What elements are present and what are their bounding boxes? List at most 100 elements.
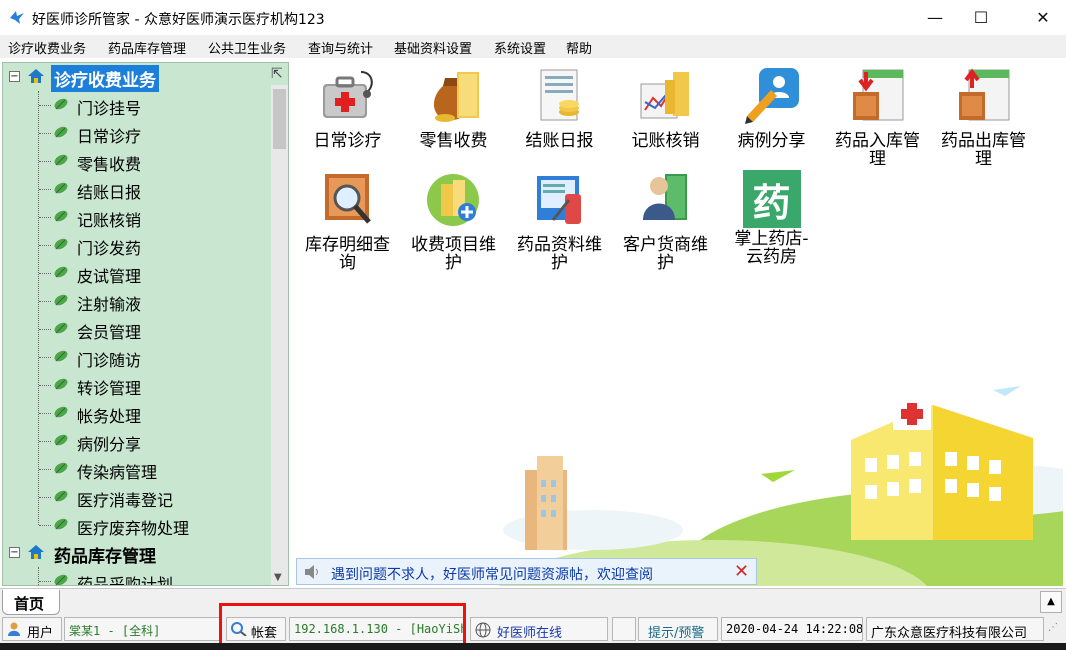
tile-label: 药品入库管理 xyxy=(835,131,920,169)
globe-icon xyxy=(475,622,491,638)
tree-item[interactable]: 药品采购计划 xyxy=(3,567,273,585)
tree-item[interactable]: 日常诊疗 xyxy=(3,119,273,147)
tree-item[interactable]: 结账日报 xyxy=(3,175,273,203)
tree-item[interactable]: 转诊管理 xyxy=(3,371,273,399)
tree-item-label: 结账日报 xyxy=(77,183,142,202)
tile-daily-diagnosis[interactable]: 日常诊疗 xyxy=(295,66,400,150)
menu-help[interactable]: 帮助 xyxy=(566,38,592,57)
tile-drug-stock-out[interactable]: 药品出库管理 xyxy=(931,66,1036,168)
tile-label: 结账日报 xyxy=(525,131,594,151)
tree-item[interactable]: 会员管理 xyxy=(3,315,273,343)
tile-case-share[interactable]: 病例分享 xyxy=(719,66,824,150)
tree-item[interactable]: 皮试管理 xyxy=(3,259,273,287)
scroll-down-arrow-icon[interactable]: ▼ xyxy=(274,572,282,583)
tree-item[interactable]: 门诊发药 xyxy=(3,231,273,259)
notice-text[interactable]: 遇到问题不求人，好医师常见问题资源帖，欢迎查阅 xyxy=(331,564,653,584)
sidebar-scrollbar[interactable]: ▼ xyxy=(271,85,288,585)
status-company: 广东众意医疗科技有限公司 xyxy=(866,617,1044,641)
tree-item-label: 日常诊疗 xyxy=(77,127,142,146)
tree-collapse-toggle[interactable]: − xyxy=(9,547,20,558)
tree-item[interactable]: 传染病管理 xyxy=(3,455,273,483)
scrollbar-thumb[interactable] xyxy=(273,89,286,149)
tree-item-label: 记账核销 xyxy=(77,211,142,230)
tree-item[interactable]: 注射输液 xyxy=(3,287,273,315)
menu-bar: 诊疗收费业务 药品库存管理 公共卫生业务 查询与统计 基础资料设置 系统设置 帮… xyxy=(0,35,1066,58)
status-online-link[interactable]: 好医师在线 xyxy=(470,617,608,641)
tree-item[interactable]: 零售收费 xyxy=(3,147,273,175)
tree-group-label: 诊疗收费业务 xyxy=(51,65,159,92)
tree-group-drug-inventory[interactable]: − 药品库存管理 xyxy=(3,539,273,567)
tile-fee-item-maintenance[interactable]: 收费项目维护 xyxy=(401,170,506,272)
leaf-icon xyxy=(54,462,68,474)
tile-drug-data-maintenance[interactable]: 药品资料维护 xyxy=(507,170,612,272)
tree-item-label: 会员管理 xyxy=(77,323,142,342)
tree-item-label: 门诊随访 xyxy=(77,351,142,370)
leaf-icon xyxy=(54,490,68,502)
tile-label: 库存明细查询 xyxy=(305,235,390,273)
status-alert-label: 提示/预警 xyxy=(648,626,705,641)
leaf-icon xyxy=(54,294,68,306)
notice-bar[interactable]: 遇到问题不求人，好医师常见问题资源帖，欢迎查阅 ✕ xyxy=(296,558,757,585)
tab-strip: 首页 ▲ xyxy=(0,588,1066,615)
tile-label: 客户货商维护 xyxy=(623,235,708,273)
menu-basic-settings[interactable]: 基础资料设置 xyxy=(394,38,472,57)
menu-system-settings[interactable]: 系统设置 xyxy=(494,38,546,57)
status-user: 用户 xyxy=(2,617,62,641)
user-icon xyxy=(8,622,20,636)
status-spacer xyxy=(612,617,636,641)
tree-item[interactable]: 帐务处理 xyxy=(3,399,273,427)
menu-drug-inventory[interactable]: 药品库存管理 xyxy=(108,38,186,57)
tree-item-label: 皮试管理 xyxy=(77,267,142,286)
tree-item[interactable]: 病例分享 xyxy=(3,427,273,455)
maximize-button[interactable]: ☐ xyxy=(958,0,1004,35)
tree-group-clinic-billing[interactable]: − 诊疗收费业务 xyxy=(3,63,273,92)
tab-scroll-up-icon[interactable]: ▲ xyxy=(1040,591,1062,613)
tile-mobile-pharmacy[interactable]: 药 掌上药店- 云药房 xyxy=(719,170,824,266)
tree-item[interactable]: 医疗消毒登记 xyxy=(3,483,273,511)
share-user-icon xyxy=(744,68,799,124)
menu-query-stats[interactable]: 查询与统计 xyxy=(308,38,373,57)
tab-home[interactable]: 首页 xyxy=(2,589,60,615)
tile-label: 记账核销 xyxy=(631,131,700,151)
tile-customer-supplier-maintenance[interactable]: 客户货商维护 xyxy=(613,170,718,272)
tree-item-label: 零售收费 xyxy=(77,155,142,174)
menu-public-health[interactable]: 公共卫生业务 xyxy=(208,38,286,57)
tree-item-label: 转诊管理 xyxy=(77,379,142,398)
window-title: 好医师诊所管家 - 众意好医师演示医疗机构123 xyxy=(32,12,325,28)
tree-item-label: 帐务处理 xyxy=(77,407,142,426)
speaker-icon xyxy=(305,565,318,579)
tile-daily-settlement[interactable]: 结账日报 xyxy=(507,66,612,150)
collapse-panel-icon[interactable]: ⇱ xyxy=(271,67,285,81)
status-alert[interactable]: 提示/预警 xyxy=(638,617,718,641)
home-icon xyxy=(28,545,44,559)
medical-kit-icon xyxy=(322,71,373,118)
leaf-icon xyxy=(54,210,68,222)
tile-stock-detail-query[interactable]: 库存明细查询 xyxy=(295,170,400,272)
daily-report-icon xyxy=(540,69,579,121)
leaf-icon xyxy=(54,154,68,166)
menu-clinic-billing[interactable]: 诊疗收费业务 xyxy=(8,38,86,57)
title-bar: 好医师诊所管家 - 众意好医师演示医疗机构123 — ☐ ✕ xyxy=(0,0,1066,35)
leaf-icon xyxy=(54,434,68,446)
close-button[interactable]: ✕ xyxy=(1020,0,1066,35)
stock-out-icon xyxy=(958,68,1009,121)
minimize-button[interactable]: — xyxy=(912,0,958,35)
tile-account-writeoff[interactable]: 记账核销 xyxy=(613,66,718,150)
app-logo-icon xyxy=(10,11,24,24)
coins-add-icon xyxy=(426,174,479,226)
tree-collapse-toggle[interactable]: − xyxy=(9,71,20,82)
main-panel: 日常诊疗 零售收费 结账日报 记账核销 病例分享 药品入库管 理 药品出库管 理… xyxy=(293,60,1063,586)
tree-item[interactable]: 医疗废弃物处理 xyxy=(3,511,273,539)
tree-item[interactable]: 记账核销 xyxy=(3,203,273,231)
leaf-icon xyxy=(54,126,68,138)
tile-retail-billing[interactable]: 零售收费 xyxy=(401,66,506,150)
home-icon xyxy=(28,69,44,83)
tree-item[interactable]: 门诊随访 xyxy=(3,343,273,371)
notice-close-icon[interactable]: ✕ xyxy=(734,561,749,582)
resize-grip-icon[interactable]: ⋰ xyxy=(1048,622,1058,633)
tree-item-label: 传染病管理 xyxy=(77,463,158,482)
leaf-icon xyxy=(54,406,68,418)
tile-label: 药品出库管理 xyxy=(941,131,1026,169)
tile-drug-stock-in[interactable]: 药品入库管理 xyxy=(825,66,930,168)
tree-item[interactable]: 门诊挂号 xyxy=(3,91,273,119)
